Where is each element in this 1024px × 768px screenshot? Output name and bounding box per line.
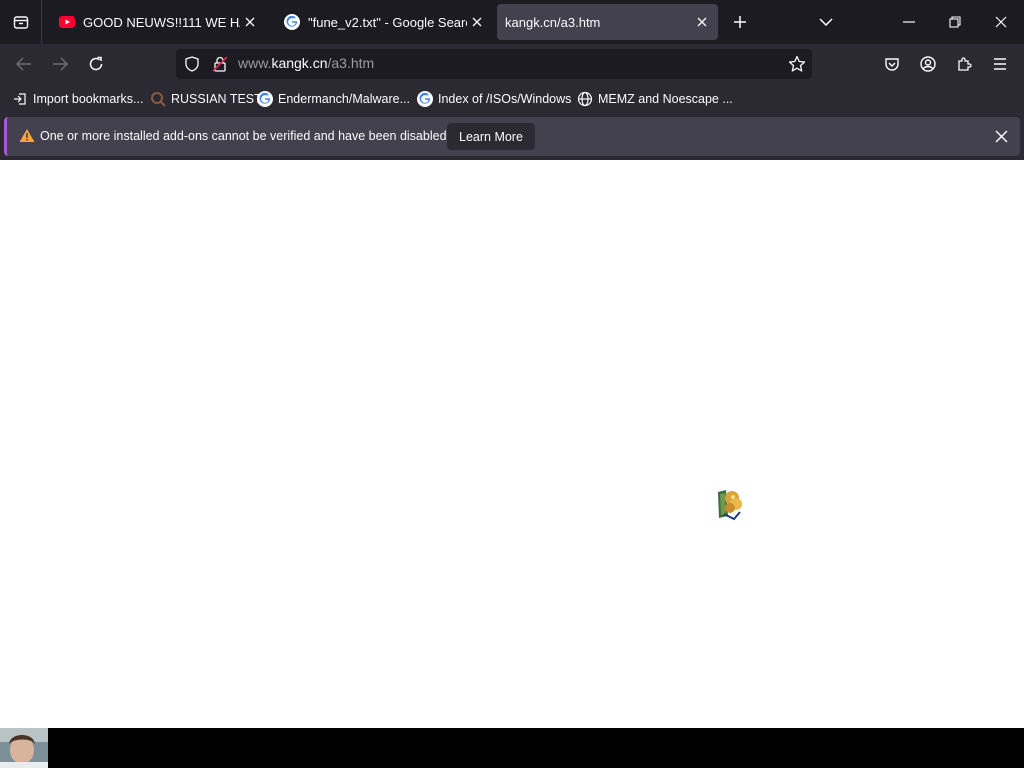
- url-path: /a3.htm: [327, 55, 375, 71]
- page-content: [0, 160, 1024, 728]
- reload-icon: [89, 56, 103, 71]
- url-prefix: www.: [238, 55, 272, 71]
- tab-title: GOOD NEUWS!!111 WE HAVE A: [83, 14, 240, 30]
- google-icon: [284, 14, 300, 30]
- bookmark-label: Endermanch/Malware...: [278, 92, 411, 106]
- minimize-icon: [903, 21, 915, 23]
- firefox-view-button[interactable]: [0, 0, 42, 44]
- tab-title: kangk.cn/a3.htm: [505, 14, 601, 30]
- bookmark-endermanch[interactable]: Endermanch/Malware...: [257, 90, 410, 108]
- plus-icon: [734, 16, 746, 28]
- firefox-view-icon: [13, 16, 28, 29]
- tab-google-search[interactable]: "fune_v2.txt" - Google Search: [272, 4, 493, 40]
- arrow-right-icon: [53, 57, 68, 71]
- bookmarks-toolbar: Import bookmarks... RUSSIAN TEST Enderma…: [0, 84, 1024, 114]
- tab-strip: GOOD NEUWS!!111 WE HAVE A "fune_v2.txt" …: [0, 0, 1024, 44]
- close-tab-icon[interactable]: [467, 12, 487, 32]
- notification-message: One or more installed add-ons cannot be …: [40, 129, 450, 143]
- tracking-protection-icon[interactable]: [184, 56, 200, 77]
- pocket-icon: [885, 58, 899, 71]
- restore-button[interactable]: [932, 0, 978, 44]
- pocket-button[interactable]: [876, 48, 908, 80]
- learn-more-button[interactable]: Learn More: [447, 123, 535, 150]
- close-tab-icon[interactable]: [692, 12, 712, 32]
- arrow-left-icon: [16, 57, 31, 71]
- addon-warning-notification: One or more installed add-ons cannot be …: [4, 117, 1020, 156]
- new-tab-button[interactable]: [717, 0, 763, 44]
- taskbar: [0, 728, 1024, 768]
- bookmark-index-isos[interactable]: Index of /ISOs/Windows: [417, 90, 571, 108]
- reload-button[interactable]: [80, 48, 112, 80]
- bookmark-russian-test[interactable]: RUSSIAN TEST: [150, 90, 262, 108]
- navigation-toolbar: www.kangk.cn/a3.htm: [0, 44, 1024, 84]
- bookmark-label: Index of /ISOs/Windows: [438, 92, 572, 106]
- tab-title: "fune_v2.txt" - Google Search: [308, 14, 467, 30]
- search-favicon: [150, 91, 166, 107]
- tab-kangk-active[interactable]: kangk.cn/a3.htm: [497, 4, 718, 40]
- restore-icon: [949, 16, 961, 28]
- close-icon: [995, 16, 1007, 28]
- insecure-lock-icon[interactable]: [212, 56, 228, 77]
- extensions-button[interactable]: [948, 48, 980, 80]
- close-icon[interactable]: [992, 127, 1010, 145]
- bookmark-import[interactable]: Import bookmarks...: [12, 90, 143, 108]
- account-button[interactable]: [912, 48, 944, 80]
- bookmark-label: Import bookmarks...: [33, 92, 144, 106]
- notification-area: One or more installed add-ons cannot be …: [0, 114, 1024, 160]
- puzzle-icon: [958, 57, 972, 71]
- app-menu-button[interactable]: [984, 48, 1016, 80]
- account-icon: [920, 56, 936, 72]
- google-icon: [257, 91, 273, 107]
- hamburger-menu-icon: [994, 58, 1006, 70]
- forward-button[interactable]: [44, 48, 76, 80]
- url-host: kangk.cn: [271, 55, 328, 71]
- bookmark-label: RUSSIAN TEST: [171, 92, 262, 106]
- import-icon: [12, 91, 28, 107]
- tab-youtube[interactable]: GOOD NEUWS!!111 WE HAVE A: [47, 4, 266, 40]
- bookmark-star-icon[interactable]: [788, 55, 806, 78]
- warning-icon: [19, 128, 35, 148]
- minimize-button[interactable]: [886, 0, 932, 44]
- bookmark-label: MEMZ and Noescape ...: [598, 92, 733, 106]
- url-text[interactable]: www.kangk.cn/a3.htm: [238, 55, 374, 71]
- close-window-button[interactable]: [978, 0, 1024, 44]
- user-photo-thumbnail[interactable]: [0, 728, 48, 768]
- close-tab-icon[interactable]: [240, 12, 260, 32]
- youtube-icon: [59, 14, 75, 30]
- animated-sprite-image: [716, 488, 744, 521]
- globe-icon: [577, 91, 593, 107]
- chevron-down-icon: [819, 18, 833, 26]
- url-bar[interactable]: www.kangk.cn/a3.htm: [176, 49, 812, 79]
- list-all-tabs-button[interactable]: [803, 0, 849, 44]
- google-icon: [417, 91, 433, 107]
- bookmark-memz[interactable]: MEMZ and Noescape ...: [577, 90, 733, 108]
- back-button[interactable]: [8, 48, 40, 80]
